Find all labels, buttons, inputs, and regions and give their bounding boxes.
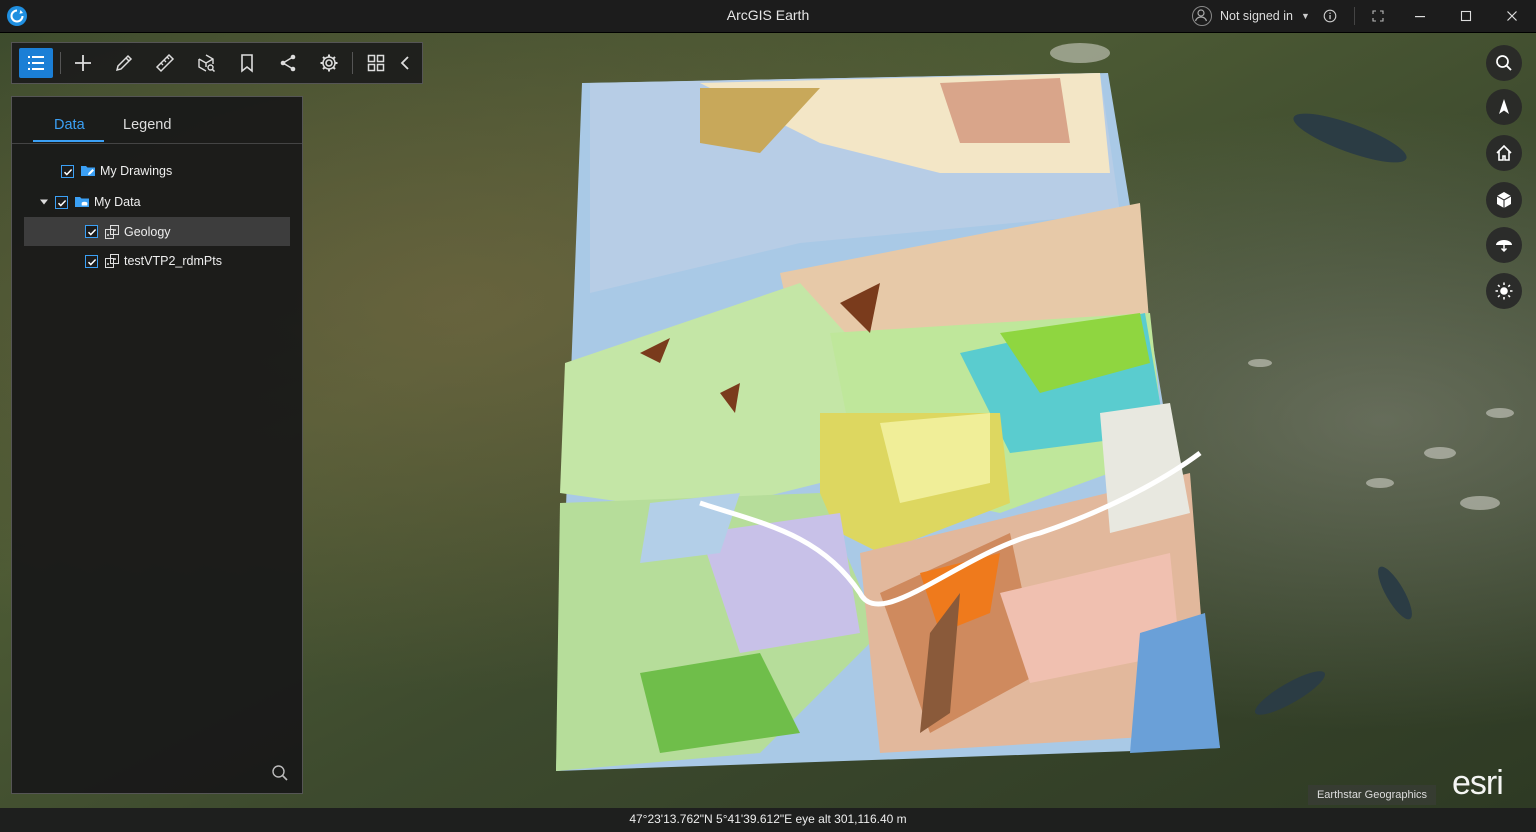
folder-data-icon: [75, 197, 89, 207]
plus-icon: [75, 55, 91, 71]
chevron-left-icon: [400, 56, 409, 70]
maximize-icon: [1460, 10, 1472, 22]
bookmarks-button[interactable]: [230, 48, 264, 78]
vector-tile-layer-icon: [105, 224, 119, 239]
user-avatar-icon: [1192, 6, 1212, 26]
minimize-icon: [1415, 16, 1425, 18]
checkbox[interactable]: [85, 254, 98, 268]
sun-lighting-button[interactable]: [1486, 273, 1522, 309]
info-button[interactable]: [1318, 6, 1342, 26]
toolbar-separator: [60, 52, 61, 74]
tree-item-testvtp2-rdmpts[interactable]: testVTP2_rdmPts: [12, 247, 302, 275]
folder-pencil-icon: [81, 166, 95, 176]
fullscreen-button[interactable]: [1366, 6, 1390, 26]
tree-item-label: My Data: [94, 195, 141, 209]
draw-button[interactable]: [107, 48, 141, 78]
close-icon: [1507, 11, 1517, 21]
bookmark-icon: [241, 54, 253, 73]
collapse-toolbar-button[interactable]: [392, 48, 418, 78]
vector-tile-layer-icon: [105, 254, 119, 268]
pencil-icon: [115, 54, 133, 72]
checkmark-icon: [87, 258, 97, 266]
tilt-button[interactable]: [1486, 227, 1522, 263]
cube-icon: [1496, 192, 1512, 208]
share-button[interactable]: [271, 48, 305, 78]
fullscreen-icon: [1372, 10, 1384, 22]
list-icon: [28, 56, 44, 70]
panel-tabs: Data Legend: [12, 97, 302, 144]
home-icon: [1496, 144, 1512, 161]
home-button[interactable]: [1486, 135, 1522, 171]
status-bar: 47°23'13.762"N 5°41'39.612"E eye alt 301…: [0, 808, 1536, 832]
coordinates-readout: 47°23'13.762"N 5°41'39.612"E eye alt 301…: [629, 812, 907, 826]
tree-item-label: Geology: [124, 224, 171, 239]
north-arrow-button[interactable]: [1486, 89, 1522, 125]
apps-button[interactable]: [359, 48, 393, 78]
checkbox[interactable]: [85, 225, 98, 238]
tab-legend[interactable]: Legend: [123, 117, 171, 133]
sign-in-status: Not signed in: [1220, 9, 1293, 23]
close-button[interactable]: [1500, 6, 1524, 26]
measure-button[interactable]: [148, 48, 182, 78]
tree-item-my-drawings[interactable]: My Drawings: [12, 157, 302, 185]
tree-item-label: My Drawings: [100, 164, 173, 178]
ruler-icon: [155, 53, 175, 73]
tab-data[interactable]: Data: [54, 117, 85, 133]
active-tab-indicator: [33, 140, 104, 142]
title-bar: ArcGIS Earth Not signed in ▼: [0, 0, 1536, 33]
main-toolbar: [11, 42, 423, 84]
search-icon[interactable]: [270, 763, 290, 783]
tilt-icon: [1496, 240, 1512, 253]
minimize-button[interactable]: [1408, 6, 1432, 26]
checkbox[interactable]: [55, 195, 68, 209]
sun-icon: [1495, 282, 1513, 300]
settings-button[interactable]: [312, 48, 346, 78]
tree-item-label: testVTP2_rdmPts: [124, 254, 222, 268]
gear-icon: [320, 54, 338, 72]
checkmark-icon: [63, 168, 73, 176]
info-icon: [1323, 9, 1337, 23]
tree-item-geology[interactable]: Geology: [24, 217, 290, 246]
add-data-button[interactable]: [66, 48, 100, 78]
analysis-button[interactable]: [189, 48, 223, 78]
share-icon: [280, 54, 296, 72]
title-separator: [1354, 7, 1355, 25]
checkbox[interactable]: [61, 164, 74, 178]
geology-layer-overlay: [556, 73, 1220, 771]
layers-list-button[interactable]: [19, 48, 53, 78]
maximize-button[interactable]: [1454, 6, 1478, 26]
view-3d-button[interactable]: [1486, 182, 1522, 218]
compass-arrow-icon: [1499, 99, 1509, 114]
user-menu[interactable]: Not signed in ▼: [1192, 6, 1310, 26]
chevron-down-icon: ▼: [1300, 11, 1310, 21]
toolbar-separator: [352, 52, 353, 74]
grid-icon: [367, 54, 385, 72]
search-icon: [1496, 55, 1512, 71]
checkmark-icon: [87, 228, 97, 236]
tree-item-my-data[interactable]: My Data: [12, 188, 302, 216]
expand-caret-icon[interactable]: [39, 197, 49, 207]
checkmark-icon: [57, 199, 67, 207]
map-attribution: Earthstar Geographics: [1308, 785, 1436, 805]
data-panel: Data Legend My Drawings My Data Geology: [11, 96, 303, 794]
cube-search-icon: [198, 54, 216, 73]
esri-logo: esri: [1452, 764, 1504, 802]
search-button[interactable]: [1486, 45, 1522, 81]
